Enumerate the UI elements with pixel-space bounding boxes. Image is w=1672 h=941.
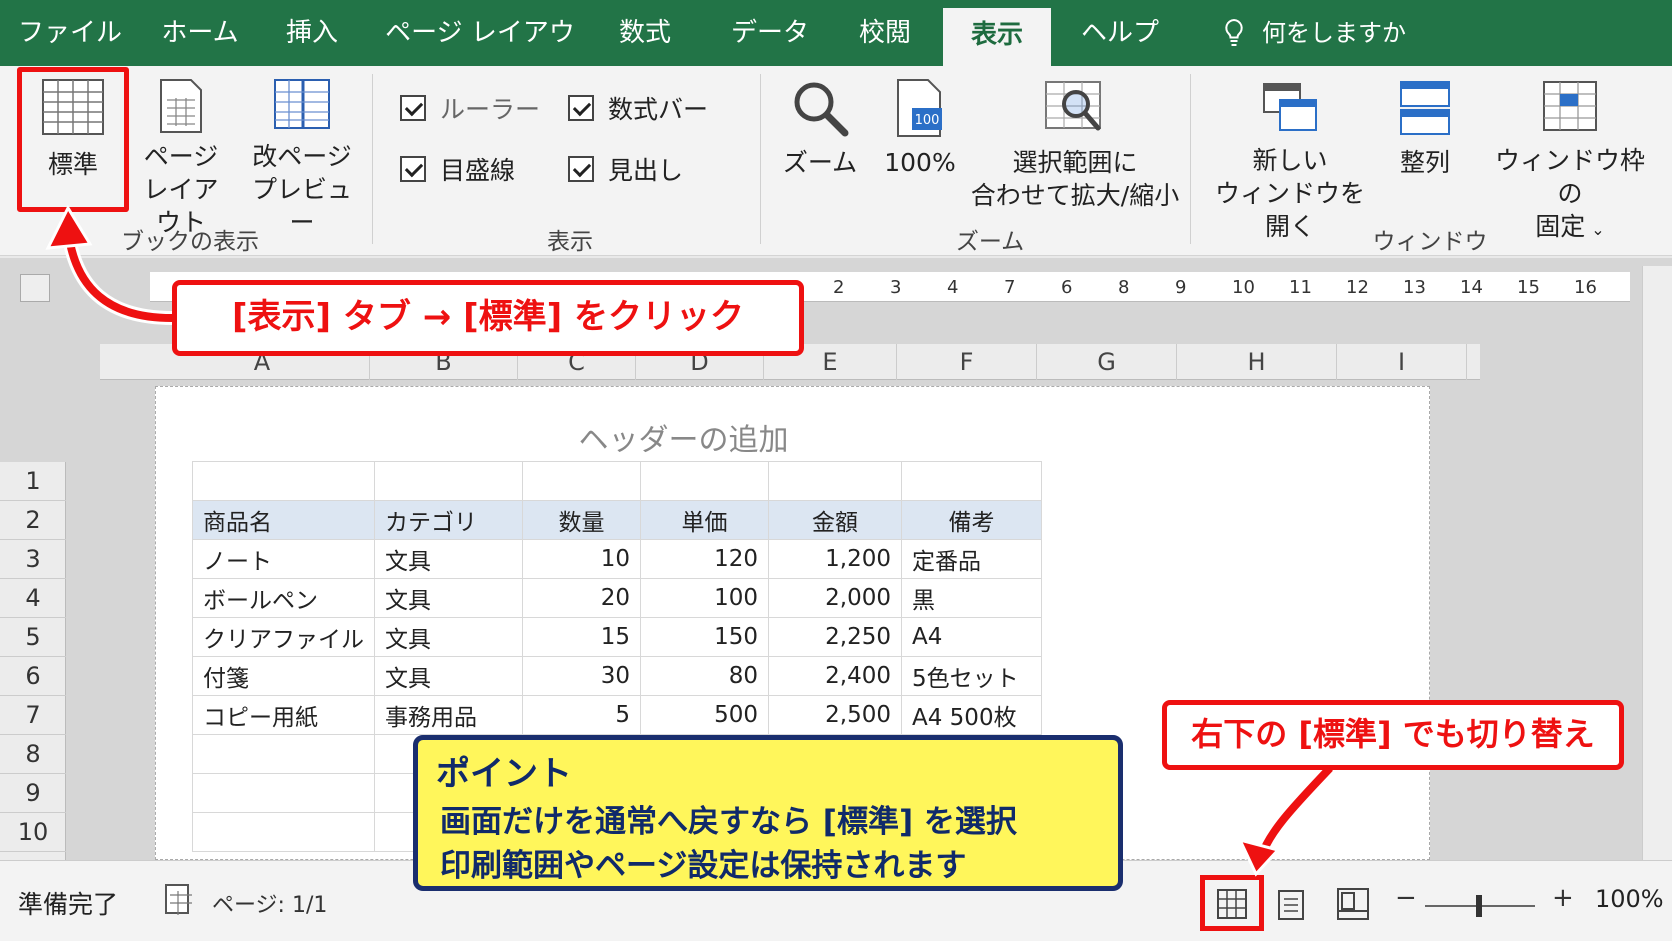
- tip-box: ポイント 画面だけを通常へ戻すなら [標準] を選択 印刷範囲やページ設定は保持…: [413, 735, 1123, 891]
- status-bar-callout: 右下の [標準] でも切り替え: [1162, 700, 1624, 770]
- instruction-callout: [表示] タブ → [標準] をクリック: [172, 280, 804, 356]
- excel-window: { "tabs": ["ファイル","ホーム","挿入","ページ レイアウト"…: [0, 0, 1672, 941]
- tip-line-1: 画面だけを通常へ戻すなら [標準] を選択: [440, 804, 1017, 840]
- tip-line-2: 印刷範囲やページ設定は保持されます: [440, 848, 967, 884]
- tip-title: ポイント: [436, 754, 572, 794]
